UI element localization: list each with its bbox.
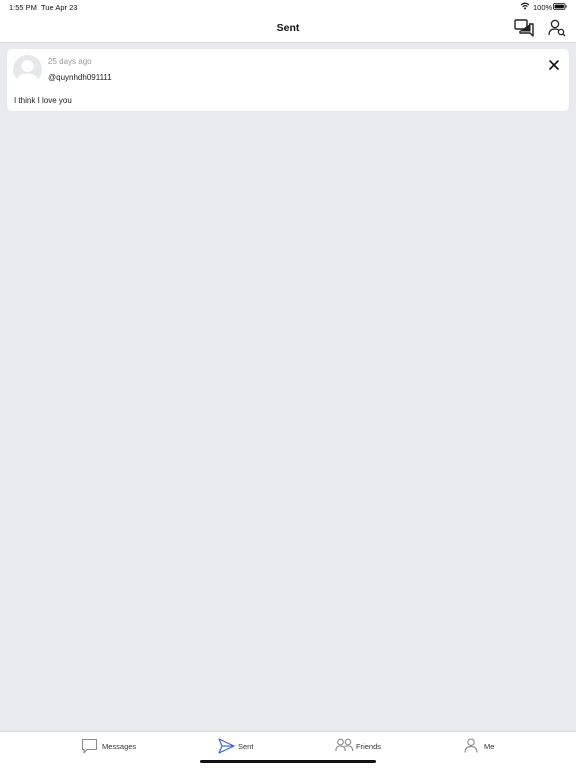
home-indicator[interactable] (200, 760, 376, 763)
battery-icon (553, 3, 567, 12)
message-timestamp: 25 days ago (48, 57, 92, 66)
tab-bar: Messages Sent Friends Me (0, 731, 576, 769)
page-title: Sent (276, 22, 300, 34)
tab-label: Sent (238, 742, 254, 751)
status-time: 1:55 PM (9, 3, 37, 12)
recipient-username[interactable]: @quynhdh091111 (48, 73, 112, 82)
chat-bubbles-icon[interactable] (514, 19, 534, 42)
battery-percentage: 100% (533, 3, 553, 12)
tab-label: Friends (356, 742, 382, 751)
user-search-icon[interactable] (548, 19, 566, 42)
message-text: I think I love you (14, 96, 72, 105)
sent-message-card[interactable]: 25 days ago @quynhdh091111 I think I lov… (7, 49, 569, 111)
tab-label: Messages (102, 742, 137, 751)
wifi-icon (520, 2, 530, 12)
status-date: Tue Apr 23 (41, 3, 78, 12)
tab-label: Me (484, 742, 495, 751)
avatar-placeholder-icon (13, 55, 42, 84)
nav-bar: Sent (0, 14, 576, 43)
close-icon[interactable] (548, 58, 560, 70)
status-bar: 1:55 PM Tue Apr 23 100% (0, 0, 576, 14)
